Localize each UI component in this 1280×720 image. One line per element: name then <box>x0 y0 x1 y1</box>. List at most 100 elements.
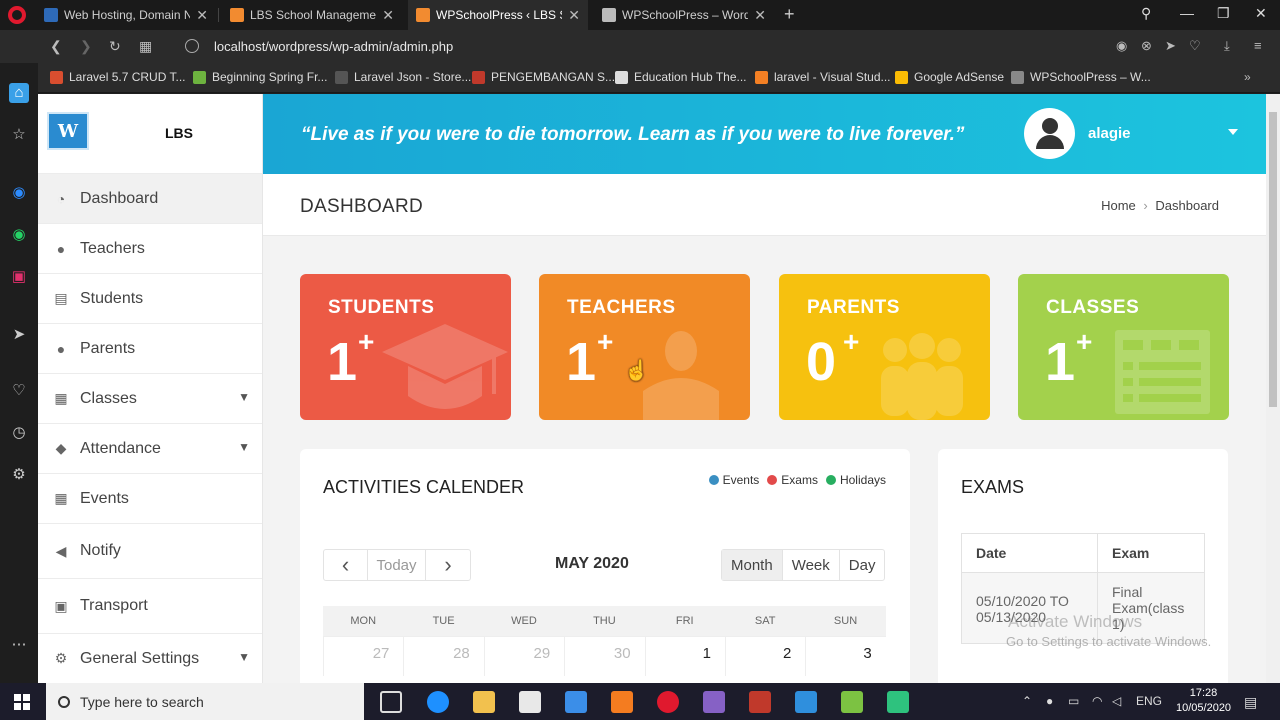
bookmark-item[interactable]: Laravel 5.7 CRUD T... <box>50 70 186 84</box>
calendar-day-cell[interactable]: 29 <box>483 637 564 676</box>
download-icon[interactable]: ⤓ <box>1224 38 1230 54</box>
reload-icon[interactable]: ↻ <box>109 38 121 55</box>
classes-stat-card[interactable]: CLASSES 1 + <box>1018 274 1229 420</box>
notifications-icon[interactable]: ▤ <box>1244 694 1257 711</box>
favorites-icon[interactable]: ♡ <box>9 381 29 401</box>
sidebar-item-dashboard[interactable]: ◔ Dashboard <box>38 174 262 224</box>
taskbar-search-box[interactable]: Type here to search <box>46 683 364 720</box>
next-month-button[interactable]: › <box>426 550 470 580</box>
browser-tab-active[interactable]: WPSchoolPress ‹ LBS Scho ✕ <box>408 0 588 30</box>
settings-icon[interactable]: ⚙ <box>9 465 29 485</box>
history-icon[interactable]: ◷ <box>9 423 29 443</box>
more-icon[interactable]: ⋯ <box>9 635 29 655</box>
calendar-day-cell[interactable]: 1 <box>644 637 725 676</box>
browser-tab[interactable]: WPSchoolPress – WordPres ✕ <box>594 0 774 30</box>
bookmark-item[interactable]: WPSchoolPress – W... <box>1011 70 1151 84</box>
week-view-button[interactable]: Week <box>783 550 840 580</box>
close-tab-icon[interactable]: ✕ <box>568 7 580 24</box>
file-explorer-icon[interactable] <box>473 691 495 713</box>
home-icon[interactable]: ⌂ <box>9 83 29 103</box>
tray-expand-icon[interactable]: ⌃ <box>1022 694 1032 708</box>
easy-setup-icon[interactable]: ≡ <box>1254 38 1262 53</box>
messenger-icon[interactable]: ◉ <box>9 183 29 203</box>
taskbar-clock[interactable]: 17:28 10/05/2020 <box>1176 686 1231 716</box>
calendar-day-cell[interactable]: 28 <box>403 637 483 676</box>
sidebar-item-general-settings[interactable]: ⚙ General Settings ▼ <box>38 634 262 683</box>
close-window-icon[interactable]: ✕ <box>1255 5 1267 22</box>
day-view-button[interactable]: Day <box>840 550 885 580</box>
language-indicator[interactable]: ENG <box>1136 694 1162 708</box>
wifi-icon[interactable]: ◠ <box>1092 694 1102 708</box>
task-view-icon[interactable] <box>380 691 402 713</box>
notepad-plus-icon[interactable] <box>841 691 863 713</box>
caret-down-icon[interactable] <box>1228 129 1238 135</box>
microphone-icon[interactable]: ● <box>1046 694 1053 708</box>
sidebar-item-classes[interactable]: ▦ Classes ▼ <box>38 374 262 424</box>
more-bookmarks-icon[interactable]: » <box>1244 70 1251 84</box>
bookmark-item[interactable]: Beginning Spring Fr... <box>193 70 327 84</box>
camtasia-icon[interactable] <box>887 691 909 713</box>
opera-taskbar-icon[interactable] <box>657 691 679 713</box>
instagram-icon[interactable]: ▣ <box>9 267 29 287</box>
chevron-down-icon[interactable]: ▼ <box>238 390 250 404</box>
opera-logo-icon[interactable] <box>8 6 26 24</box>
sidebar-item-parents[interactable]: ● Parents <box>38 324 262 374</box>
browser-tab[interactable]: Web Hosting, Domain Nam ✕ <box>36 0 216 30</box>
url-field[interactable]: localhost/wordpress/wp-admin/admin.php <box>214 39 453 54</box>
new-tab-icon[interactable]: + <box>784 4 795 25</box>
chevron-down-icon[interactable]: ▼ <box>238 650 250 664</box>
visual-studio-icon[interactable] <box>703 691 725 713</box>
site-info-icon[interactable] <box>185 39 199 53</box>
sidebar-item-students[interactable]: ▤ Students <box>38 274 262 324</box>
battery-icon[interactable]: ▭ <box>1068 694 1079 708</box>
forward-icon[interactable]: ❯ <box>80 38 92 55</box>
close-tab-icon[interactable]: ✕ <box>754 7 766 24</box>
bookmark-item[interactable]: PENGEMBANGAN S... <box>472 70 615 84</box>
avatar[interactable] <box>1024 108 1075 159</box>
sidebar-item-notify[interactable]: ◀ Notify <box>38 524 262 579</box>
breadcrumb-home-link[interactable]: Home <box>1101 198 1136 213</box>
mail-icon[interactable] <box>565 691 587 713</box>
acrobat-icon[interactable] <box>749 691 771 713</box>
edge-icon[interactable] <box>427 691 449 713</box>
month-view-button[interactable]: Month <box>722 550 783 580</box>
heart-icon[interactable]: ♡ <box>1189 38 1201 54</box>
calendar-day-cell[interactable]: 3 <box>805 637 885 676</box>
calendar-day-cell[interactable]: 27 <box>323 637 403 676</box>
adblock-icon[interactable]: ⊗ <box>1141 38 1152 54</box>
username[interactable]: alagie <box>1088 125 1131 142</box>
sidebar-item-attendance[interactable]: ◆ Attendance ▼ <box>38 424 262 474</box>
xampp-icon[interactable] <box>611 691 633 713</box>
students-stat-card[interactable]: STUDENTS 1 + <box>300 274 511 420</box>
calendar-day-cell[interactable]: 2 <box>724 637 805 676</box>
parents-stat-card[interactable]: PARENTS 0 + <box>779 274 990 420</box>
prev-month-button[interactable]: ‹ <box>324 550 368 580</box>
search-tabs-icon[interactable]: ⚲ <box>1141 5 1151 22</box>
calendar-day-cell[interactable]: 30 <box>564 637 644 676</box>
sidebar-item-events[interactable]: ▦ Events <box>38 474 262 524</box>
bookmarks-icon[interactable]: ☆ <box>9 125 29 145</box>
page-scrollbar[interactable] <box>1266 94 1280 683</box>
sidebar-item-teachers[interactable]: ● Teachers <box>38 224 262 274</box>
camera-icon[interactable]: ◉ <box>1116 38 1127 54</box>
whatsapp-icon[interactable]: ◉ <box>9 225 29 245</box>
windows-start-icon[interactable] <box>14 694 30 710</box>
send-icon[interactable]: ➤ <box>1165 38 1176 54</box>
sidebar-item-transport[interactable]: ▣ Transport <box>38 579 262 634</box>
back-icon[interactable]: ❮ <box>50 38 62 55</box>
flow-icon[interactable]: ➤ <box>9 325 29 345</box>
bookmark-item[interactable]: Education Hub The... <box>615 70 747 84</box>
bookmark-item[interactable]: Google AdSense <box>895 70 1004 84</box>
today-button[interactable]: Today <box>368 550 426 580</box>
browser-tab[interactable]: LBS School Management S ✕ <box>222 0 402 30</box>
school-logo[interactable]: W <box>47 112 89 150</box>
speed-dial-icon[interactable]: ▦ <box>139 38 152 55</box>
vscode-icon[interactable] <box>795 691 817 713</box>
store-icon[interactable] <box>519 691 541 713</box>
close-tab-icon[interactable]: ✕ <box>196 7 208 24</box>
scrollbar-thumb[interactable] <box>1269 112 1277 407</box>
bookmark-item[interactable]: laravel - Visual Stud... <box>755 70 891 84</box>
chevron-down-icon[interactable]: ▼ <box>238 440 250 454</box>
close-tab-icon[interactable]: ✕ <box>382 7 394 24</box>
restore-icon[interactable]: ❐ <box>1217 5 1230 22</box>
